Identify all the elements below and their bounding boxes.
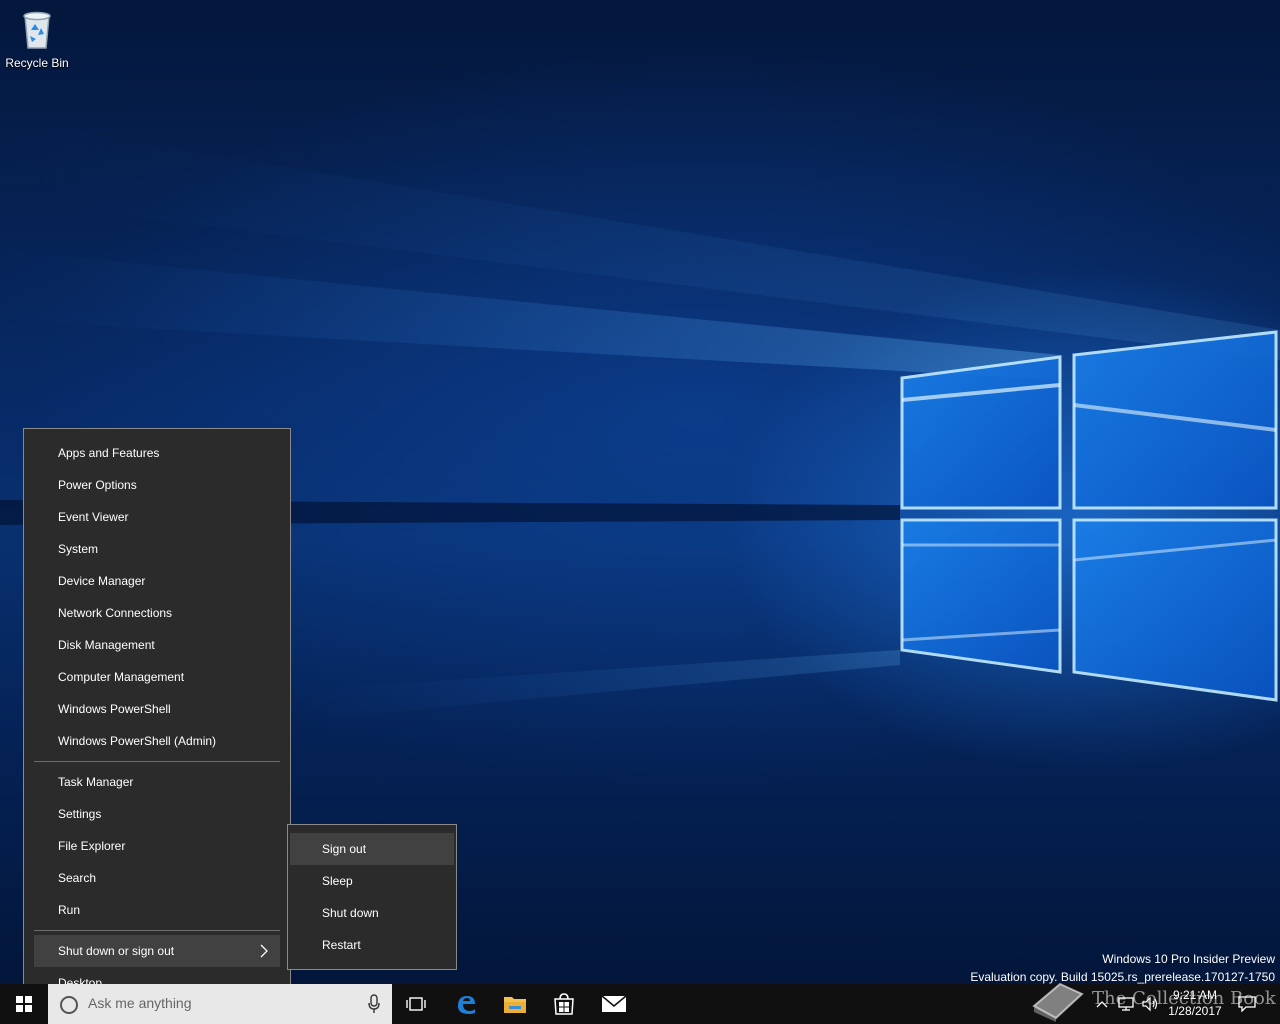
submenu-item-sleep[interactable]: Sleep bbox=[288, 865, 456, 897]
menu-item-label: Search bbox=[58, 871, 97, 885]
menu-item-settings[interactable]: Settings bbox=[24, 798, 290, 830]
menu-item-label: Network Connections bbox=[58, 606, 173, 620]
menu-item-run[interactable]: Run bbox=[24, 894, 290, 926]
task-view-button[interactable] bbox=[392, 984, 440, 1024]
menu-item-disk-management[interactable]: Disk Management bbox=[24, 629, 290, 661]
chevron-up-icon bbox=[1096, 1001, 1108, 1008]
menu-item-windows-powershell-admin[interactable]: Windows PowerShell (Admin) bbox=[24, 725, 290, 757]
search-placeholder: Ask me anything bbox=[88, 995, 192, 1011]
menu-item-label: Windows PowerShell bbox=[58, 702, 171, 716]
taskbar-edge[interactable] bbox=[442, 984, 490, 1024]
menu-separator bbox=[34, 761, 280, 762]
menu-item-computer-management[interactable]: Computer Management bbox=[24, 661, 290, 693]
menu-item-label: System bbox=[58, 542, 99, 556]
taskbar-file-explorer[interactable] bbox=[491, 984, 539, 1024]
menu-item-power-options[interactable]: Power Options bbox=[24, 469, 290, 501]
watermark-edition: Windows 10 Pro Insider Preview bbox=[1102, 952, 1275, 966]
evaluation-watermark: Windows 10 Pro Insider Preview Evaluatio… bbox=[970, 950, 1275, 986]
menu-item-label: Sleep bbox=[322, 874, 353, 888]
menu-item-windows-powershell[interactable]: Windows PowerShell bbox=[24, 693, 290, 725]
submenu-item-sign-out[interactable]: Sign out bbox=[290, 833, 454, 865]
file-explorer-icon bbox=[504, 997, 526, 1013]
menu-item-label: File Explorer bbox=[58, 839, 126, 853]
mail-icon bbox=[601, 995, 627, 1012]
menu-item-label: Run bbox=[58, 903, 81, 917]
menu-item-label: Shut down or sign out bbox=[58, 944, 175, 958]
chevron-right-icon bbox=[260, 944, 268, 958]
menu-item-task-manager[interactable]: Task Manager bbox=[24, 766, 290, 798]
tray-clock[interactable]: 9:21 AM 1/28/2017 bbox=[1160, 987, 1230, 1019]
microphone-icon[interactable] bbox=[368, 994, 380, 1014]
menu-item-label: Windows PowerShell (Admin) bbox=[58, 734, 217, 748]
menu-item-label: Sign out bbox=[322, 842, 367, 856]
edge-icon bbox=[458, 996, 475, 1014]
menu-item-label: Device Manager bbox=[58, 574, 146, 588]
menu-item-device-manager[interactable]: Device Manager bbox=[24, 565, 290, 597]
menu-item-label: Disk Management bbox=[58, 638, 155, 652]
menu-item-system[interactable]: System bbox=[24, 533, 290, 565]
shutdown-submenu: Sign out Sleep Shut down Restart bbox=[287, 824, 457, 970]
menu-item-network-connections[interactable]: Network Connections bbox=[24, 597, 290, 629]
tray-show-hidden[interactable] bbox=[1092, 984, 1112, 1024]
menu-item-label: Event Viewer bbox=[58, 510, 129, 524]
menu-item-event-viewer[interactable]: Event Viewer bbox=[24, 501, 290, 533]
menu-item-apps-and-features[interactable]: Apps and Features bbox=[24, 437, 290, 469]
task-view-icon bbox=[406, 997, 426, 1011]
menu-item-label: Apps and Features bbox=[58, 446, 160, 460]
menu-item-label: Restart bbox=[322, 938, 361, 952]
action-center-button[interactable] bbox=[1236, 984, 1258, 1024]
network-icon bbox=[1118, 997, 1134, 1011]
menu-item-label: Settings bbox=[58, 807, 102, 821]
menu-item-label: Shut down bbox=[322, 906, 379, 920]
taskbar-store[interactable] bbox=[540, 984, 588, 1024]
power-user-menu: Apps and Features Power Options Event Vi… bbox=[23, 428, 291, 1006]
submenu-item-restart[interactable]: Restart bbox=[288, 929, 456, 961]
taskbar-mail[interactable] bbox=[590, 984, 638, 1024]
clock-time: 9:21 AM bbox=[1172, 988, 1218, 1002]
start-button[interactable] bbox=[0, 984, 48, 1024]
windows-logo-icon bbox=[16, 996, 32, 1012]
menu-item-file-explorer[interactable]: File Explorer bbox=[24, 830, 290, 862]
menu-item-label: Computer Management bbox=[58, 670, 185, 684]
recycle-bin-icon bbox=[23, 11, 51, 49]
cortana-search-box[interactable]: Ask me anything bbox=[48, 984, 392, 1024]
cortana-icon bbox=[60, 996, 78, 1014]
taskbar: Ask me anything 9:21 AM 1/28/2017 bbox=[0, 984, 1280, 1024]
desktop-icon-recycle-bin[interactable]: Recycle Bin bbox=[4, 6, 70, 70]
desktop-icon-label: Recycle Bin bbox=[5, 56, 69, 70]
menu-item-shut-down-or-sign-out[interactable]: Shut down or sign out bbox=[34, 935, 280, 967]
clock-date: 1/28/2017 bbox=[1168, 1004, 1222, 1018]
menu-item-search[interactable]: Search bbox=[24, 862, 290, 894]
volume-icon bbox=[1142, 996, 1158, 1012]
menu-item-label: Task Manager bbox=[58, 775, 134, 789]
action-center-icon bbox=[1238, 996, 1256, 1012]
store-icon bbox=[554, 993, 574, 1015]
menu-item-label: Power Options bbox=[58, 478, 137, 492]
tray-volume[interactable] bbox=[1140, 984, 1162, 1024]
menu-separator bbox=[34, 930, 280, 931]
tray-network[interactable] bbox=[1114, 984, 1138, 1024]
submenu-item-shut-down[interactable]: Shut down bbox=[288, 897, 456, 929]
